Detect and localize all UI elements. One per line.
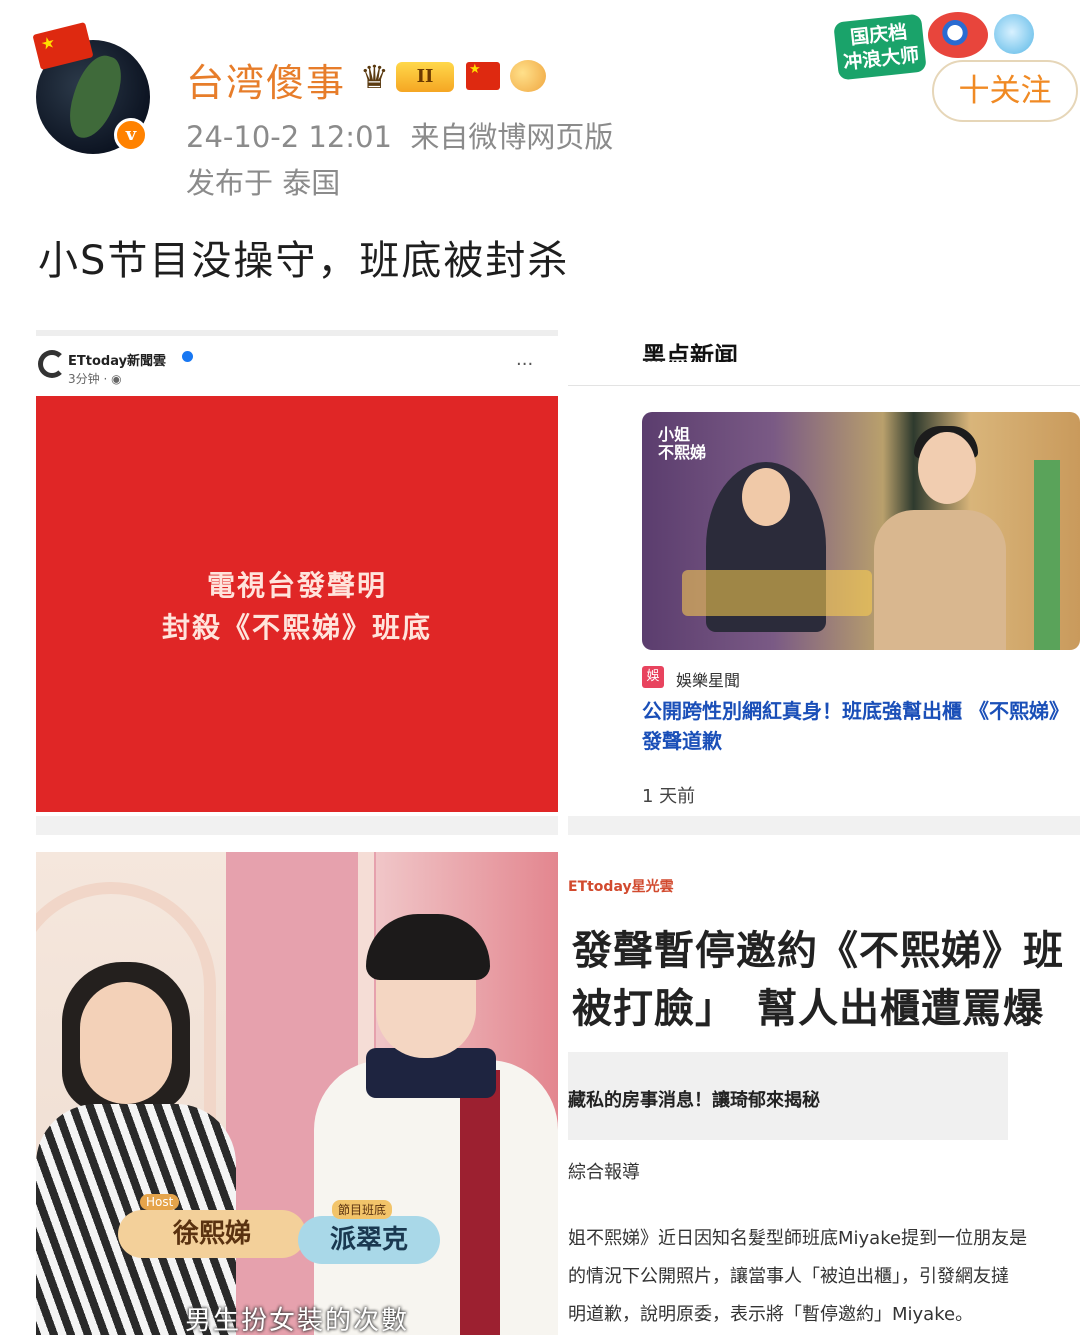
person-face-graphic [918, 432, 976, 504]
fan-badge-icon [510, 60, 546, 92]
article-paragraph-line: 的情況下公開照片，讓當事人「被迫出櫃」，引發網友撻 [568, 1266, 1009, 1287]
set-decor-graphic [1034, 460, 1060, 650]
verified-badge-icon: v [114, 118, 148, 152]
host-name-card: 徐熙娣 [118, 1210, 306, 1258]
promo-badge[interactable]: 国庆档 冲浪大师 [833, 13, 927, 81]
post-image-2[interactable]: 黑点新闻 小姐 不熙娣 娛 娛樂星聞 公開跨性別網紅真身！班底強幫出櫃 《不熙娣… [568, 330, 1080, 835]
article-paragraph-line: 明道歉，說明原委，表示將「暫停邀約」Miyake。 [568, 1304, 974, 1325]
crown-icon: ♛ [360, 58, 389, 96]
fb-time-text: 3分钟 · [68, 372, 112, 386]
statement-panel: 電視台發聲明 封殺《不熙娣》班底 [36, 396, 558, 812]
article-headline-line-2: 被打臉」 幫人出櫃遭罵爆 [572, 986, 1044, 1032]
host-tag: Host [140, 1194, 180, 1210]
guest-shirt-stripe [460, 1070, 500, 1335]
video-subtitle: 男生扮女裝的次數 [184, 1306, 409, 1335]
article-paragraph-line: 姐不熙娣》近日因知名髮型師班底Miyake提到一位朋友是 [568, 1228, 1028, 1249]
fb-post-header: ETtoday新聞雲 3分钟 · ◉ ··· [36, 330, 558, 394]
statement-line-1: 電視台發聲明 [206, 569, 387, 602]
post-image-4[interactable]: ETtoday星光雲 發聲暫停邀約《不熙娣》班 被打臉」 幫人出櫃遭罵爆 藏私的… [568, 852, 1080, 1335]
article-byline: 綜合報導 [568, 1162, 640, 1183]
post-meta: 24-10-2 12:01 来自微博网页版 [186, 114, 613, 156]
china-flag-icon [466, 62, 500, 90]
subtitle-graphic [682, 570, 872, 616]
person-graphic [874, 510, 1006, 650]
username[interactable]: 台湾傻事 [186, 52, 346, 107]
watermark-strip [568, 816, 1080, 835]
mascot-icon [928, 12, 988, 58]
ettoday-logo-icon [38, 350, 66, 378]
flag-icon [32, 22, 94, 70]
news-category: 娛樂星聞 [676, 671, 741, 690]
category-icon: 娛 [642, 666, 664, 688]
more-options-icon: ··· [516, 354, 534, 375]
post-image-3[interactable]: 徐熙娣 Host 派翠克 節目班底 男生扮女裝的次數 [36, 852, 558, 1335]
verified-icon [182, 351, 193, 362]
post-image-1[interactable]: ETtoday新聞雲 3分钟 · ◉ ··· 電視台發聲明 封殺《不熙娣》班底 [36, 330, 558, 835]
promo-label: 国庆档 冲浪大师 [842, 21, 921, 74]
watermark-strip [36, 816, 558, 835]
news-age: 1 天前 [642, 786, 696, 807]
person-face-graphic [742, 468, 790, 526]
level-badge: II [396, 62, 454, 92]
guest-tag: 節目班底 [332, 1200, 393, 1219]
fb-page-name: ETtoday新聞雲 [68, 354, 167, 369]
news-header-strip: 黑点新闻 [568, 330, 1080, 386]
post-timestamp[interactable]: 24-10-2 12:01 [186, 120, 392, 154]
guest-body-graphic [314, 1060, 558, 1335]
guest-name-card: 派翠克 [298, 1216, 440, 1264]
news-thumbnail: 小姐 不熙娣 [642, 412, 1080, 650]
follow-button[interactable]: 十关注 [932, 60, 1078, 122]
news-title-link[interactable]: 公開跨性別網紅真身！班底強幫出櫃 《不熙娣》發聲道歉 [642, 696, 1072, 756]
article-headline-line-1: 發聲暫停邀約《不熙娣》班 [572, 928, 1064, 974]
fb-post-time: 3分钟 · ◉ [68, 370, 122, 387]
post-source: 来自微博网页版 [410, 120, 614, 154]
post-location: 发布于 泰国 [186, 166, 341, 200]
news-site-title: 黑点新闻 [642, 342, 738, 362]
show-logo: 小姐 不熙娣 [658, 425, 707, 462]
post-text: 小S节目没操守，班底被封杀 [38, 238, 570, 284]
globe-icon: ◉ [111, 372, 122, 386]
article-source: ETtoday星光雲 [568, 879, 674, 895]
mascot-secondary-icon [994, 14, 1034, 54]
host-face-graphic [80, 982, 172, 1104]
statement-line-2: 封殺《不熙娣》班底 [161, 611, 432, 644]
related-article-text: 藏私的房事消息！讓琦郁來揭秘 [568, 1090, 820, 1111]
